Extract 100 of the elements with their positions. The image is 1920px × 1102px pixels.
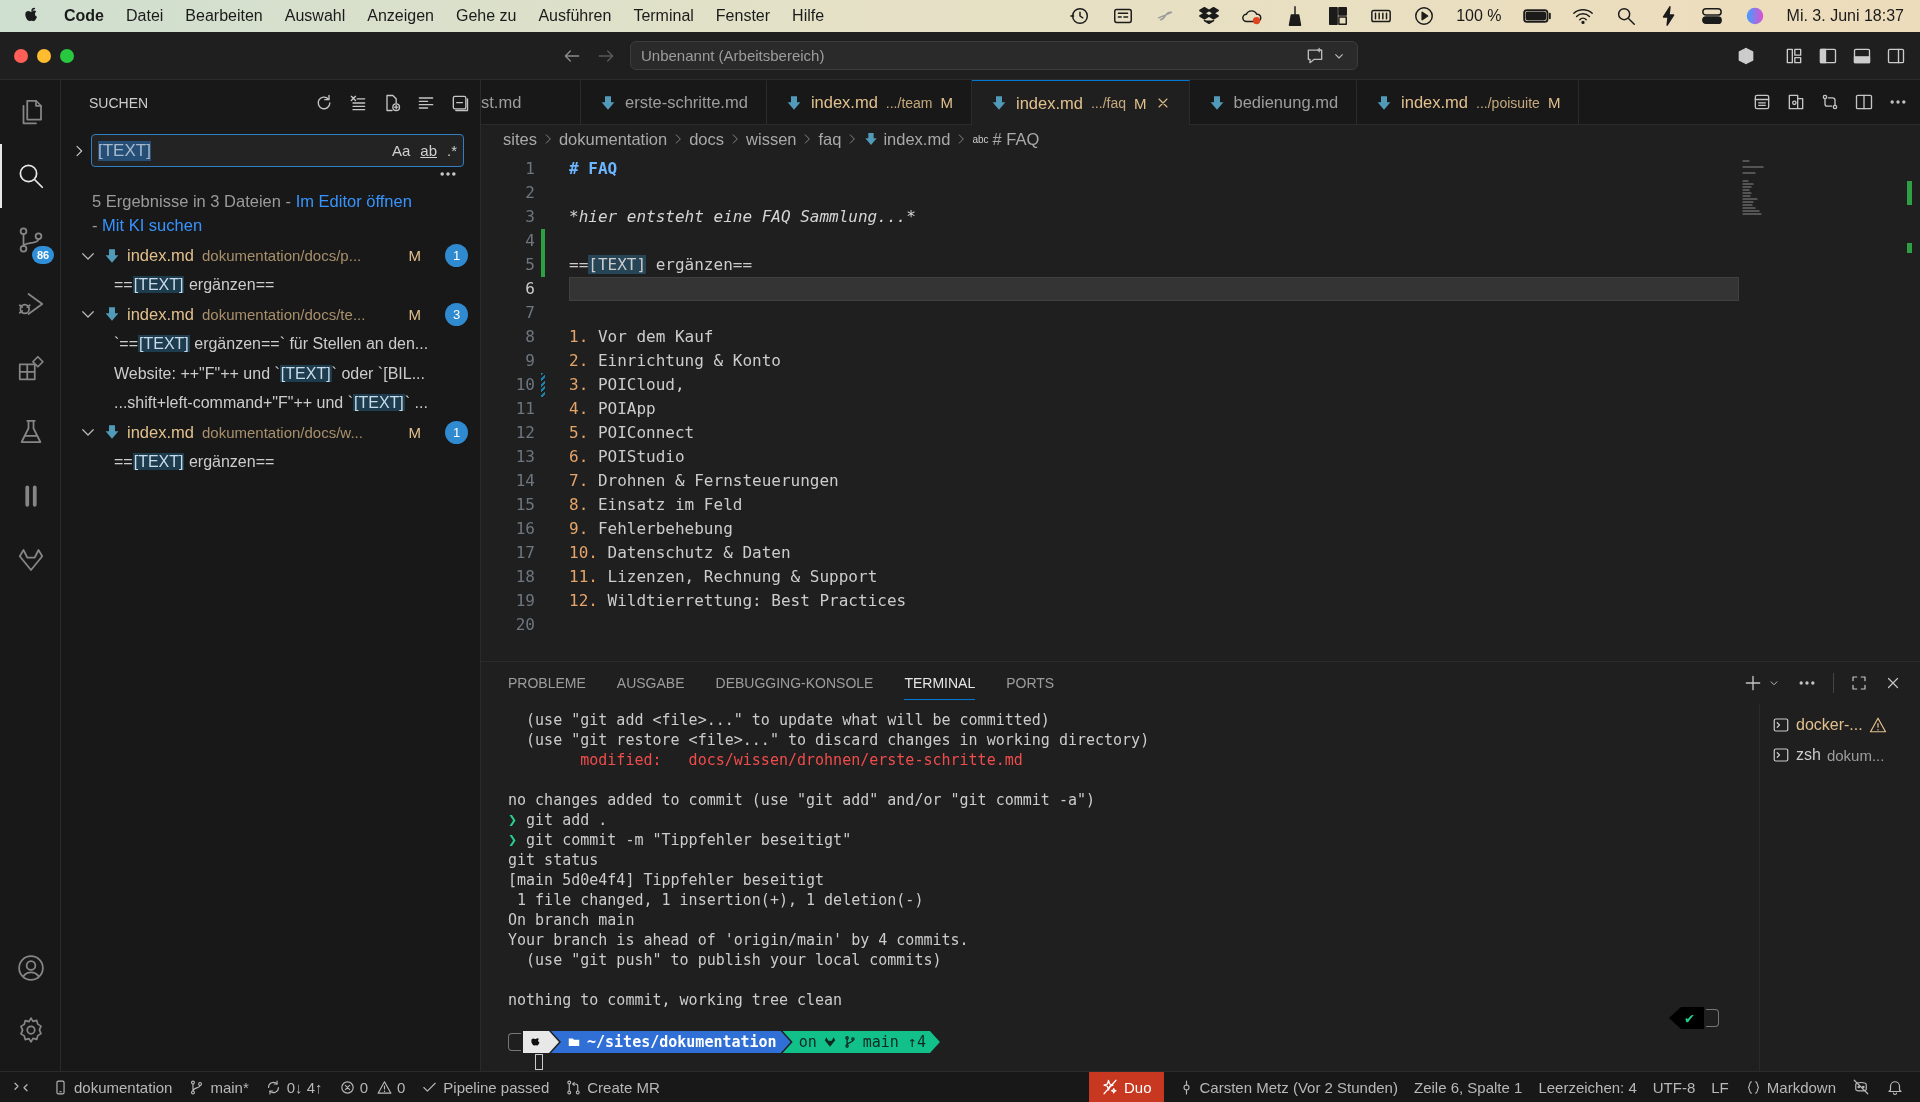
match-case-button[interactable]: Aa <box>391 142 411 159</box>
breadcrumb-item[interactable]: docs <box>689 129 725 149</box>
menu-item[interactable]: Datei <box>115 7 175 25</box>
terminal-icon <box>1772 716 1790 734</box>
git-status: M <box>940 94 953 111</box>
split-preview-icon[interactable] <box>1786 92 1806 112</box>
maximize-icon[interactable] <box>1850 674 1868 692</box>
status-item[interactable]: 0↓ 4↑ <box>256 1072 331 1102</box>
account-icon[interactable] <box>16 953 46 983</box>
plus-icon[interactable] <box>1743 673 1763 693</box>
status-item[interactable]: Leerzeichen: 4 <box>1530 1072 1645 1102</box>
status-item[interactable]: dokumentation <box>44 1072 181 1102</box>
terminal-line: no changes added to commit (use "git add" and/or "git commit -a") <box>508 790 1096 810</box>
clear-results-icon[interactable] <box>348 93 368 113</box>
terminal-line: [main 5d0e4f4] Tippfehler beseitigt <box>508 870 826 890</box>
code-line: 6. POIStudio <box>569 446 686 468</box>
status-item[interactable]: Markdown <box>1736 1072 1844 1102</box>
extensions-icon[interactable] <box>16 353 46 383</box>
breadcrumb-item[interactable]: index.md <box>883 129 951 149</box>
status-item[interactable]: main* <box>180 1072 257 1102</box>
app-menu[interactable]: Code <box>42 7 115 25</box>
play-icon[interactable] <box>1413 5 1436 27</box>
match-line[interactable]: `==[TEXT] ergänzen==` für Stellen an den... <box>114 329 429 359</box>
merge-request-icon <box>565 1078 583 1096</box>
terminal-name[interactable]: docker-... <box>1796 716 1863 734</box>
menu-item[interactable]: Fenster <box>704 7 782 25</box>
bell-icon[interactable] <box>1886 1078 1904 1096</box>
menu-item[interactable]: Ausführen <box>527 7 623 25</box>
open-in-editor-link[interactable]: Im Editor öffnen <box>295 192 412 210</box>
breadcrumb-item[interactable]: # FAQ <box>992 129 1040 149</box>
problems-item[interactable]: 0 0 <box>330 1072 414 1102</box>
status-item[interactable]: Create MR <box>557 1072 668 1102</box>
command-center-field[interactable]: Unbenannt (Arbeitsbereich) <box>630 41 1358 70</box>
breadcrumb-item[interactable]: sites <box>503 129 537 149</box>
file-name[interactable]: index.md <box>127 422 194 442</box>
regex-button[interactable]: .* <box>447 142 457 159</box>
terminal-name[interactable]: zsh <box>1796 746 1821 764</box>
panel-tab[interactable]: PROBLEME <box>508 666 586 700</box>
line-number: 15 <box>514 494 535 516</box>
whole-word-button[interactable]: ab <box>420 142 437 159</box>
editor-tab[interactable]: index.md .../faq M <box>972 80 1190 125</box>
panel-tab[interactable]: PORTS <box>1006 666 1055 700</box>
terminal-line: 1 file changed, 1 insertion(+), 1 deletion(-) <box>516 890 925 910</box>
compare-icon[interactable] <box>1820 92 1840 112</box>
prompt-branch: main ↑4 <box>862 1033 926 1051</box>
warning-icon <box>375 1078 393 1096</box>
count-badge: 86 <box>32 246 55 264</box>
code-line: 5. POIConnect <box>569 422 696 444</box>
arrow-down-icon <box>599 93 617 112</box>
layout-icon[interactable] <box>1327 5 1350 27</box>
match-line[interactable]: ==[TEXT] ergänzen== <box>114 270 275 300</box>
git-status: M <box>1134 94 1147 112</box>
file-path: dokumentation/docs/w... <box>201 423 363 441</box>
match-line[interactable]: ...shift+left-command+"F"++ und `[TEXT]` ... <box>114 387 428 418</box>
branch-icon <box>842 1035 857 1049</box>
terminal-line: On branch main <box>508 910 636 930</box>
terminal-line: Your branch is ahead of 'origin/main' by 4 commits. <box>508 930 970 950</box>
line-number: 1 <box>524 158 535 180</box>
split-editor-icon[interactable] <box>1854 92 1874 112</box>
status-item[interactable]: Pipeline passed <box>413 1072 558 1102</box>
minimize-window-button[interactable] <box>37 48 51 63</box>
file-name[interactable]: index.md <box>127 246 194 266</box>
match-line[interactable]: ==[TEXT] ergänzen== <box>114 446 275 477</box>
boxes-icon[interactable] <box>1198 5 1221 27</box>
panel-tab[interactable]: DEBUGGING-KONSOLE <box>715 666 874 700</box>
menu-item[interactable]: Hilfe <box>781 7 836 25</box>
menu-item[interactable]: Gehe zu <box>444 7 528 25</box>
sparkle-icon <box>1101 1078 1119 1096</box>
preview-icon[interactable] <box>1752 92 1772 112</box>
breadcrumb-item[interactable]: faq <box>818 129 842 149</box>
more-icon[interactable] <box>438 169 458 179</box>
editor-tab[interactable]: st.md <box>481 80 581 124</box>
code-line: 11. Lizenzen, Rechnung & Support <box>569 566 879 588</box>
file-name[interactable]: index.md <box>127 304 194 324</box>
menu-item[interactable]: Anzeigen <box>356 7 445 25</box>
menu-clock[interactable]: Mi. 3. Juni 18:37 <box>1786 7 1904 25</box>
panel-tab[interactable]: TERMINAL <box>904 666 976 700</box>
status-item[interactable]: Zeile 6, Spalte 1 <box>1405 1072 1531 1102</box>
line-number: 18 <box>514 566 535 588</box>
collapse-all-icon[interactable] <box>450 93 470 113</box>
menu-item[interactable]: Terminal <box>622 7 705 25</box>
panel-tab[interactable]: AUSGABE <box>616 666 685 700</box>
status-item[interactable]: UTF-8 <box>1644 1072 1704 1102</box>
status-item[interactable]: LF <box>1703 1072 1737 1102</box>
zoom-window-button[interactable] <box>60 48 74 63</box>
duo-button[interactable]: Duo <box>1089 1072 1164 1102</box>
status-item[interactable]: Carsten Metz (Vor 2 Stunden) <box>1169 1072 1406 1102</box>
chat-icon[interactable] <box>1305 45 1325 66</box>
toggle-icon[interactable] <box>1700 5 1723 27</box>
line-number: 8 <box>524 326 535 348</box>
breadcrumb-item[interactable]: wissen <box>746 129 797 149</box>
match-count-badge: 1 <box>445 244 468 268</box>
close-window-button[interactable] <box>14 48 28 63</box>
ai-search-link[interactable]: Mit KI suchen <box>102 216 203 234</box>
match-line[interactable]: Website: ++"F"++ und `[TEXT]` oder `[BIL... <box>114 358 425 388</box>
assistant-icon[interactable] <box>1852 1078 1870 1096</box>
search-field[interactable]: [TEXT] Aa ab .* <box>91 134 464 167</box>
breadcrumb-item[interactable]: dokumentation <box>558 129 668 149</box>
menu-item[interactable]: Bearbeiten <box>174 7 274 25</box>
menu-item[interactable]: Auswahl <box>273 7 357 25</box>
